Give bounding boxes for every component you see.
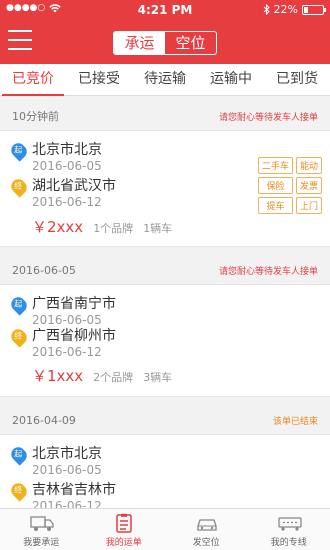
mode-switch: 承运 空位: [113, 31, 217, 55]
order-card[interactable]: 起 北京市北京 2016-06-05 终 湖北省武汉市 2016-06-12 二…: [0, 130, 330, 247]
origin-date: 2016-06-05: [32, 159, 102, 173]
tab-pending[interactable]: 待运输: [132, 64, 198, 95]
segment-kongwei[interactable]: 空位: [165, 32, 216, 54]
status-bar: ●●●●○ 4:21 PM 22%: [0, 0, 330, 20]
clipboard-icon: [113, 513, 135, 533]
nav-carry-label: 我要承运: [23, 538, 60, 548]
battery-fill: [304, 6, 308, 13]
bid-price: ￥2xxx: [32, 218, 84, 236]
order-card[interactable]: 起 广西省南宁市 2016-06-05 终 广西省柳州市 2016-06-12 …: [0, 284, 330, 397]
group-header: 2016-06-05 请您耐心等待发车人接单: [0, 256, 330, 284]
origin-city: 广西省南宁市: [32, 296, 116, 312]
bluetooth-icon: [263, 4, 270, 15]
destination-city: 湖北省武汉市: [32, 178, 116, 194]
tag-pickup: 提车: [257, 197, 293, 214]
tab-accepted[interactable]: 已接受: [66, 64, 132, 95]
tab-arrived[interactable]: 已到货: [264, 64, 330, 95]
tag-insurance: 保险: [257, 177, 293, 194]
destination-date: 2016-06-12: [32, 195, 102, 209]
truck-icon: [30, 513, 54, 533]
vehicle-count: 1辆车: [143, 222, 173, 235]
destination-city: 吉林省吉林市: [32, 482, 116, 498]
tag-drivable: 能动: [295, 157, 322, 174]
price-row: ￥1xxx 2个品牌 3辆车: [32, 365, 172, 386]
status-tabs: 已竞价 已接受 待运输 运输中 已到货: [0, 64, 330, 96]
route-icon: [278, 513, 302, 533]
tag-invoice: 发票: [295, 177, 322, 194]
group-label: 2016-06-05: [12, 263, 76, 277]
group-header: 2016-04-09 该单已结束: [0, 406, 330, 434]
nav-my-orders-label: 我的运单: [105, 538, 142, 548]
origin-date: 2016-06-05: [32, 463, 102, 477]
tab-bid[interactable]: 已竞价: [0, 64, 66, 96]
nav-my-routes[interactable]: 我的专线: [248, 509, 330, 550]
status-note: 该单已结束: [272, 416, 318, 427]
battery-area: 22%: [263, 3, 326, 16]
nav-carry[interactable]: 我要承运: [0, 509, 83, 550]
tab-in-transit[interactable]: 运输中: [198, 64, 264, 95]
status-note: 请您耐心等待发车人接单: [218, 266, 318, 277]
origin-city: 北京市北京: [32, 446, 102, 462]
brand-count: 2个品牌: [93, 371, 134, 384]
bottom-nav: 我要承运 我的运单 发空位 我的专线: [0, 508, 330, 550]
nav-post-space[interactable]: 发空位: [165, 509, 248, 550]
group-header: 10分钟前 请您耐心等待发车人接单: [0, 102, 330, 130]
nav-my-routes-label: 我的专线: [270, 538, 307, 548]
group-label: 2016-04-09: [12, 413, 76, 427]
app-header: 承运 空位: [0, 20, 330, 64]
battery-percent: 22%: [273, 3, 298, 16]
price-row: ￥2xxx 1个品牌 1辆车: [32, 216, 172, 237]
menu-icon[interactable]: [8, 30, 32, 52]
destination-date: 2016-06-12: [32, 345, 102, 359]
battery-icon: [302, 4, 326, 15]
status-note: 请您耐心等待发车人接单: [218, 112, 318, 123]
nav-my-orders[interactable]: 我的运单: [83, 509, 166, 550]
origin-city: 北京市北京: [32, 142, 102, 158]
vehicle-count: 3辆车: [143, 371, 173, 384]
nav-post-space-label: 发空位: [192, 538, 220, 548]
brand-count: 1个品牌: [93, 222, 134, 235]
segment-chengyun[interactable]: 承运: [114, 32, 165, 54]
group-label: 10分钟前: [12, 110, 59, 123]
tag-door: 上门: [295, 197, 322, 214]
tag-used-car: 二手车: [257, 157, 293, 174]
car-icon: [195, 513, 217, 533]
bid-price: ￥1xxx: [32, 367, 84, 385]
order-list: 10分钟前 请您耐心等待发车人接单 起 北京市北京 2016-06-05 终 湖…: [0, 102, 330, 544]
destination-city: 广西省柳州市: [32, 328, 116, 344]
service-tags: 二手车 能动 保险 发票 提车 上门: [257, 157, 322, 214]
